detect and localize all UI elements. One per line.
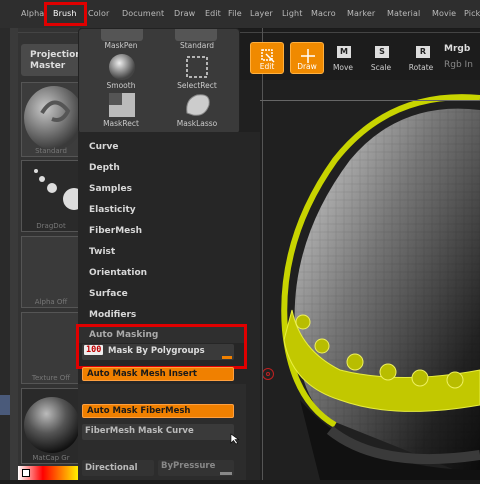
scale-icon: S	[375, 46, 389, 58]
rotate-icon: R	[416, 46, 430, 58]
smooth-icon	[109, 54, 135, 80]
menu-samples[interactable]: Samples	[89, 184, 132, 194]
fibermesh-label: Auto Mask FiberMesh	[87, 406, 191, 416]
rgb-intensity-label[interactable]: Rgb In	[444, 60, 473, 70]
mesh-insert-label: Auto Mask Mesh Insert	[87, 369, 197, 379]
menu-depth[interactable]: Depth	[89, 163, 120, 173]
viewport-guide-left	[262, 28, 263, 480]
menu-fibermesh[interactable]: FiberMesh	[89, 226, 142, 236]
menu-twist[interactable]: Twist	[89, 247, 115, 257]
texture-thumbnail[interactable]: Texture Off	[21, 312, 81, 384]
brush-maskpen[interactable]: MaskPen	[91, 41, 151, 50]
projection-master-label-2: Master	[30, 61, 66, 71]
rotate-button[interactable]: R Rotate	[404, 42, 438, 74]
brush-standard[interactable]: Standard	[167, 41, 227, 50]
move-button[interactable]: M Move	[326, 42, 360, 74]
edit-button[interactable]: Edit	[250, 42, 284, 74]
fibermesh-mask-curve-button[interactable]: FiberMesh Mask Curve	[82, 424, 234, 440]
brush-preview-icon	[24, 86, 80, 150]
auto-mask-mesh-insert-button[interactable]: Auto Mask Mesh Insert	[82, 367, 234, 381]
left-divider	[10, 28, 18, 480]
menu-color[interactable]: Color	[88, 9, 109, 18]
brush-selectrect[interactable]: SelectRect	[167, 81, 227, 90]
masklasso-icon	[186, 94, 210, 116]
projection-master-label-1: Projection	[30, 50, 82, 60]
edit-label: Edit	[259, 62, 275, 71]
move-label: Move	[332, 63, 354, 72]
stroke-thumbnail[interactable]: DragDot	[21, 160, 81, 232]
menu-modifiers[interactable]: Modifiers	[89, 310, 136, 320]
menu-curve[interactable]: Curve	[89, 142, 118, 152]
menu-material[interactable]: Material	[387, 9, 420, 18]
menu-macro[interactable]: Macro	[311, 9, 336, 18]
alpha-thumbnail[interactable]: Alpha Off	[21, 236, 81, 308]
stroke-thumbnail-label: DragDot	[36, 222, 66, 230]
canvas-viewport[interactable]	[240, 80, 480, 481]
fibermesh-curve-label: FiberMesh Mask Curve	[85, 426, 194, 436]
directional-button[interactable]: Directional	[82, 460, 154, 476]
material-thumbnail[interactable]: MatCap Gr	[21, 388, 81, 464]
scale-button[interactable]: S Scale	[364, 42, 398, 74]
move-icon: M	[337, 46, 351, 58]
menu-pick[interactable]: Pick	[464, 9, 480, 18]
menu-movie[interactable]: Movie	[432, 9, 456, 18]
texture-thumbnail-label: Texture Off	[31, 374, 71, 382]
alpha-thumbnail-label: Alpha Off	[34, 298, 68, 306]
standard-icon[interactable]	[175, 29, 217, 41]
mouse-pointer-icon	[230, 433, 240, 445]
menu-surface[interactable]: Surface	[89, 289, 128, 299]
brush-thumbnail[interactable]: Standard	[21, 82, 81, 157]
draw-button[interactable]: Draw	[290, 42, 324, 74]
side-scroll-tab[interactable]	[0, 395, 10, 415]
brush-palette-popup: MaskPen Standard Smooth SelectRect MaskR…	[78, 28, 240, 134]
menu-light[interactable]: Light	[282, 9, 302, 18]
mrgb-button[interactable]: Mrgb	[444, 44, 470, 54]
bypressure-label: ByPressure	[161, 461, 216, 471]
bypressure-slider[interactable]: ByPressure	[158, 460, 234, 476]
menu-edit[interactable]: Edit	[205, 9, 221, 18]
bypressure-fill	[220, 472, 232, 475]
polygroups-highlight	[76, 324, 247, 369]
menu-alpha[interactable]: Alpha	[21, 9, 44, 18]
auto-mask-fibermesh-button[interactable]: Auto Mask FiberMesh	[82, 404, 234, 418]
menu-document[interactable]: Document	[122, 9, 164, 18]
selectrect-icon	[186, 56, 208, 78]
brush-cursor-center-icon	[266, 372, 270, 376]
scale-label: Scale	[370, 63, 392, 72]
viewport-guide-line	[260, 100, 480, 101]
projection-master-button[interactable]: Projection Master	[21, 44, 82, 76]
menu-orientation[interactable]: Orientation	[89, 268, 147, 278]
brush-masklasso[interactable]: MaskLasso	[167, 119, 227, 128]
material-thumbnail-label: MatCap Gr	[32, 454, 70, 462]
draw-label: Draw	[297, 62, 317, 71]
rotate-label: Rotate	[408, 63, 434, 72]
menu-file[interactable]: File	[228, 9, 242, 18]
brush-maskrect[interactable]: MaskRect	[91, 119, 151, 128]
menu-draw[interactable]: Draw	[174, 9, 195, 18]
brush-menu-highlight	[44, 2, 87, 26]
brush-thumbnail-label: Standard	[35, 147, 67, 155]
matcap-sphere-icon	[24, 397, 80, 453]
menu-layer[interactable]: Layer	[250, 9, 273, 18]
directional-label: Directional	[85, 463, 138, 473]
maskrect-icon	[109, 93, 135, 117]
mesh-render	[281, 94, 480, 481]
color-swatch[interactable]	[22, 469, 30, 477]
brush-smooth[interactable]: Smooth	[91, 81, 151, 90]
maskpen-icon[interactable]	[101, 29, 143, 41]
menu-marker[interactable]: Marker	[347, 9, 375, 18]
menu-elasticity[interactable]: Elasticity	[89, 205, 136, 215]
